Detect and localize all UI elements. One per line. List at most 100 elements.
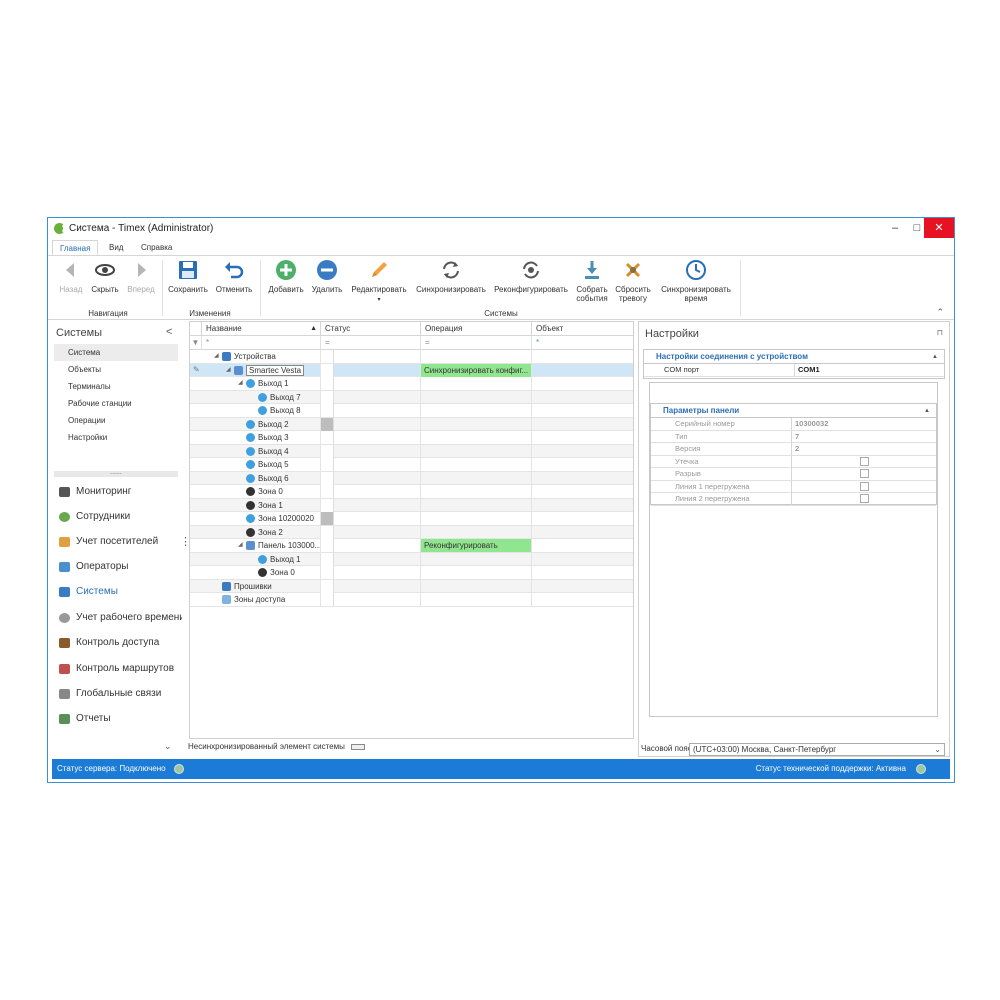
table-row[interactable]: Выход 8	[190, 404, 633, 418]
nav-more-button[interactable]: ⌄	[164, 741, 172, 752]
table-row[interactable]: ✎ ◢ Smartec Vesta Синхронизировать конфиг..…	[190, 363, 633, 377]
sync-button[interactable]: Синхронизировать	[414, 259, 488, 294]
table-row[interactable]: Выход 5	[190, 458, 633, 472]
module-global-links[interactable]: Глобальные связи	[56, 684, 182, 704]
nav-subitem-settings[interactable]: Настройки	[54, 429, 178, 446]
reset-alarm-button[interactable]: Сбросить тревогу	[614, 259, 652, 303]
module-visitors[interactable]: Учет посетителей	[56, 532, 182, 552]
line2-overload-checkbox[interactable]	[860, 494, 869, 503]
table-row[interactable]: Зона 2	[190, 525, 633, 539]
close-button[interactable]: ✕	[924, 218, 954, 238]
table-row[interactable]: ◢ Панель 103000... Реконфигурировать	[190, 539, 633, 553]
table-row[interactable]: ◢ Устройства	[190, 350, 633, 364]
column-header-status[interactable]: Статус	[321, 322, 421, 336]
cell-name[interactable]: Зона 1	[202, 498, 321, 512]
break-checkbox[interactable]	[860, 469, 869, 478]
cell-name[interactable]: Выход 6	[202, 471, 321, 485]
cell-name[interactable]: Зоны доступа	[202, 593, 321, 606]
nav-subitem-objects[interactable]: Объекты	[54, 361, 178, 378]
modify-button[interactable]: Редактировать ▾	[348, 259, 410, 305]
cell-name[interactable]: Выход 1	[202, 552, 321, 566]
leak-checkbox[interactable]	[860, 456, 869, 466]
cell-name[interactable]: Выход 3	[202, 431, 321, 444]
column-header-operation[interactable]: Операция	[421, 322, 532, 336]
filter-cell-object[interactable]: *	[532, 336, 633, 350]
collect-events-button[interactable]: Собрать события	[574, 259, 610, 303]
tab-help[interactable]: Справка	[134, 240, 179, 256]
cell-name[interactable]: Зона 0	[202, 566, 321, 579]
expand-toggle-icon[interactable]: ◢	[238, 377, 243, 390]
undo-button[interactable]: Отменить	[214, 259, 254, 294]
module-reports[interactable]: Отчеты	[56, 709, 182, 729]
forward-button[interactable]: Вперед	[124, 259, 158, 294]
filter-cell-status[interactable]: =	[321, 336, 421, 350]
cell-name[interactable]: Выход 5	[202, 458, 321, 471]
module-employees[interactable]: Сотрудники	[56, 507, 182, 527]
cell-name[interactable]: ◢ Smartec Vesta	[202, 363, 321, 377]
nav-subitem-operations[interactable]: Операции	[54, 412, 178, 429]
table-row[interactable]: Выход 3	[190, 431, 633, 445]
column-header-name[interactable]: Название ▲	[202, 322, 321, 336]
nav-subitem-workstations[interactable]: Рабочие станции	[54, 395, 178, 412]
table-row[interactable]: Зона 10200020	[190, 512, 633, 526]
expand-toggle-icon[interactable]: ◢	[226, 364, 231, 377]
cell-name[interactable]: Выход 2	[202, 417, 321, 431]
table-row[interactable]: Выход 6	[190, 471, 633, 485]
table-row[interactable]: Выход 2	[190, 417, 633, 431]
timezone-select[interactable]: (UTC+03:00) Москва, Санкт-Петербург ⌄	[689, 743, 945, 756]
cell-name[interactable]: Прошивки	[202, 579, 321, 593]
expand-toggle-icon[interactable]: ◢	[238, 539, 243, 552]
cell-name[interactable]: ◢ Панель 103000...	[202, 539, 321, 552]
add-button[interactable]: Добавить	[266, 259, 306, 294]
table-row[interactable]: ◢ Выход 1	[190, 377, 633, 391]
table-row[interactable]: Выход 4	[190, 444, 633, 458]
chevron-down-icon[interactable]: ⌄	[934, 744, 941, 755]
filter-cell-operation[interactable]: =	[421, 336, 532, 350]
cell-name[interactable]: Выход 7	[202, 390, 321, 404]
cell-name[interactable]: Зона 0	[202, 485, 321, 498]
nav-subitem-system[interactable]: Система	[54, 344, 178, 361]
table-row[interactable]: Прошивки	[190, 579, 633, 593]
filter-cell-name[interactable]: *	[202, 336, 321, 350]
table-row[interactable]: Зона 0	[190, 485, 633, 499]
module-systems[interactable]: Системы	[56, 582, 182, 602]
com-port-value[interactable]: COM1	[794, 364, 944, 376]
nav-subitem-terminals[interactable]: Терминалы	[54, 378, 178, 395]
splitter-grip[interactable]: ......	[54, 469, 178, 477]
reconfigure-button[interactable]: Реконфигурировать	[492, 259, 570, 294]
expand-toggle-icon[interactable]: ◢	[214, 350, 219, 363]
delete-button[interactable]: Удалить	[310, 259, 344, 294]
pin-icon[interactable]: ⊓	[937, 328, 943, 337]
table-row[interactable]: Зона 0	[190, 566, 633, 580]
panel-params-header[interactable]: Параметры панели ▲	[651, 404, 936, 418]
tab-view[interactable]: Вид	[102, 240, 130, 256]
tab-main[interactable]: Главная	[52, 240, 99, 256]
module-access-control[interactable]: Контроль доступа	[56, 633, 182, 653]
module-operators[interactable]: Операторы	[56, 557, 182, 577]
table-row[interactable]: Зона 1	[190, 498, 633, 512]
connection-section-header[interactable]: Настройки соединения с устройством ▲	[644, 350, 944, 364]
cell-name[interactable]: ◢ Устройства	[202, 350, 321, 363]
table-row[interactable]: Зоны доступа	[190, 593, 633, 607]
save-button[interactable]: Сохранить	[166, 259, 210, 294]
hide-button[interactable]: Скрыть	[88, 259, 122, 294]
line1-overload-checkbox[interactable]	[860, 481, 869, 491]
collapse-ribbon-icon[interactable]: ⌃	[936, 307, 944, 318]
minimize-button[interactable]: –	[884, 218, 906, 238]
table-row[interactable]: Выход 1	[190, 552, 633, 566]
module-time-tracking[interactable]: Учет рабочего времени	[56, 608, 182, 628]
collapse-icon[interactable]: ▲	[932, 350, 938, 364]
sync-time-button[interactable]: Синхронизировать время	[656, 259, 736, 303]
cell-name[interactable]: Зона 10200020	[202, 512, 321, 525]
module-route-control[interactable]: Контроль маршрутов	[56, 659, 182, 679]
collapse-icon[interactable]: ▲	[924, 404, 930, 418]
cell-name[interactable]: Выход 8	[202, 404, 321, 417]
module-monitoring[interactable]: Мониторинг	[56, 482, 182, 502]
column-header-object[interactable]: Объект	[532, 322, 633, 336]
collapse-nav-button[interactable]: <	[166, 326, 172, 338]
back-button[interactable]: Назад	[56, 259, 86, 294]
cell-name[interactable]: Выход 4	[202, 444, 321, 458]
filter-icon[interactable]: ▼	[190, 336, 202, 350]
cell-name[interactable]: Зона 2	[202, 525, 321, 539]
table-row[interactable]: Выход 7	[190, 390, 633, 404]
